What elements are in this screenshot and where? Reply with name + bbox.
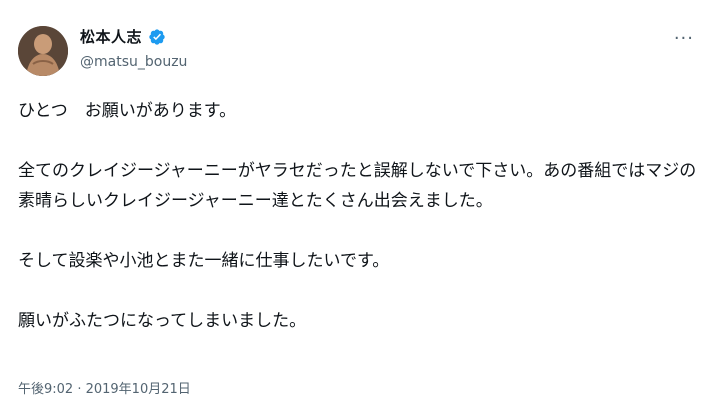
verified-badge-icon [148, 28, 166, 46]
avatar[interactable] [18, 26, 68, 76]
tweet-paragraph: そして設楽や小池とまた一緒に仕事したいです。 [18, 251, 390, 271]
tweet-paragraph: 願いがふたつになってしまいました。 [18, 311, 307, 331]
tweet-card: 松本人志 @matsu_bouzu ··· ひとつ お願いがあります。 全てのク… [0, 0, 714, 418]
tweet-text: ひとつ お願いがあります。 全てのクレイジージャーニーがヤラセだったと誤解しない… [18, 96, 698, 336]
author-name-row: 松本人志 [80, 26, 166, 47]
tweet-paragraph: 全てのクレイジージャーニーがヤラセだったと誤解しないで下さい。あの番組ではマジの… [18, 161, 697, 211]
tweet-paragraph: ひとつ お願いがあります。 [18, 101, 237, 121]
more-options-icon[interactable]: ··· [674, 28, 694, 49]
author-handle[interactable]: @matsu_bouzu [80, 54, 187, 70]
tweet-timestamp[interactable]: 午後9:02 · 2019年10月21日 [18, 378, 191, 397]
display-name[interactable]: 松本人志 [80, 26, 142, 47]
avatar-photo-icon [18, 26, 68, 76]
